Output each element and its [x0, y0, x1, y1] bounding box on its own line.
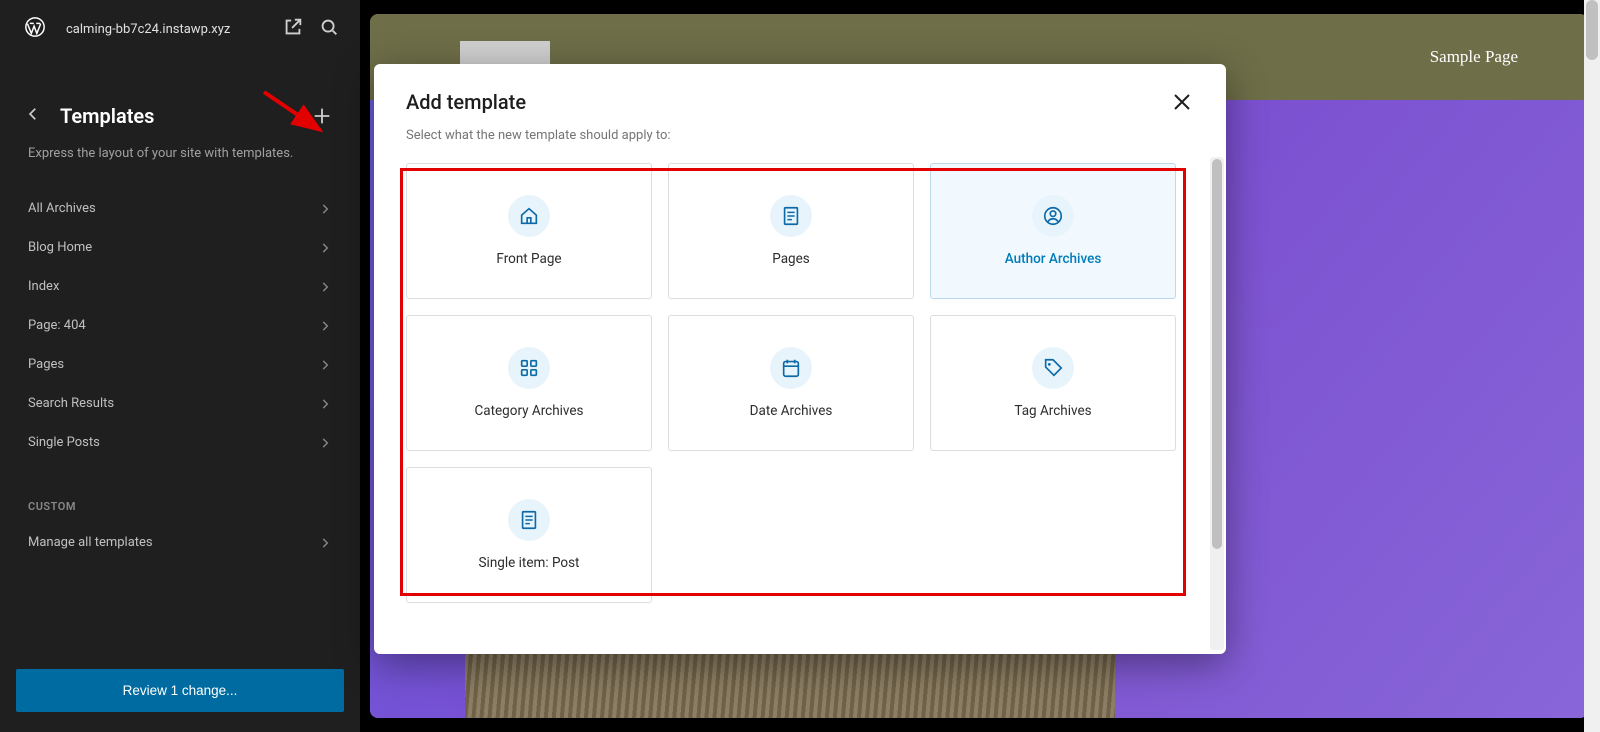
post-icon: [508, 499, 550, 541]
template-card-label: Author Archives: [1005, 251, 1102, 267]
home-icon: [508, 195, 550, 237]
template-card-label: Category Archives: [474, 403, 583, 419]
add-template-modal: Add template Select what the new templat…: [374, 64, 1226, 654]
modal-backdrop: Add template Select what the new templat…: [0, 0, 1600, 732]
author-icon: [1032, 195, 1074, 237]
template-card-label: Tag Archives: [1014, 403, 1091, 419]
template-card[interactable]: Date Archives: [668, 315, 914, 451]
modal-body: Front Page Pages Author Archives Categor…: [374, 157, 1226, 654]
close-icon[interactable]: [1170, 90, 1194, 114]
template-card[interactable]: Tag Archives: [930, 315, 1176, 451]
template-card[interactable]: Author Archives: [930, 163, 1176, 299]
template-card[interactable]: Front Page: [406, 163, 652, 299]
template-card-label: Single item: Post: [479, 555, 580, 571]
tag-icon: [1032, 347, 1074, 389]
modal-title: Add template: [406, 90, 526, 114]
page-icon: [770, 195, 812, 237]
template-card[interactable]: Category Archives: [406, 315, 652, 451]
template-card-label: Front Page: [496, 251, 561, 267]
template-card[interactable]: Single item: Post: [406, 467, 652, 603]
modal-subtitle: Select what the new template should appl…: [374, 120, 1226, 157]
template-card-label: Pages: [772, 251, 810, 267]
template-card-grid: Front Page Pages Author Archives Categor…: [406, 157, 1202, 609]
modal-scrollbar[interactable]: [1210, 157, 1224, 650]
grid-icon: [508, 347, 550, 389]
template-card[interactable]: Pages: [668, 163, 914, 299]
calendar-icon: [770, 347, 812, 389]
app-root: calming-bb7c24.instawp.xyz Templates Exp…: [0, 0, 1600, 732]
template-card-label: Date Archives: [750, 403, 833, 419]
